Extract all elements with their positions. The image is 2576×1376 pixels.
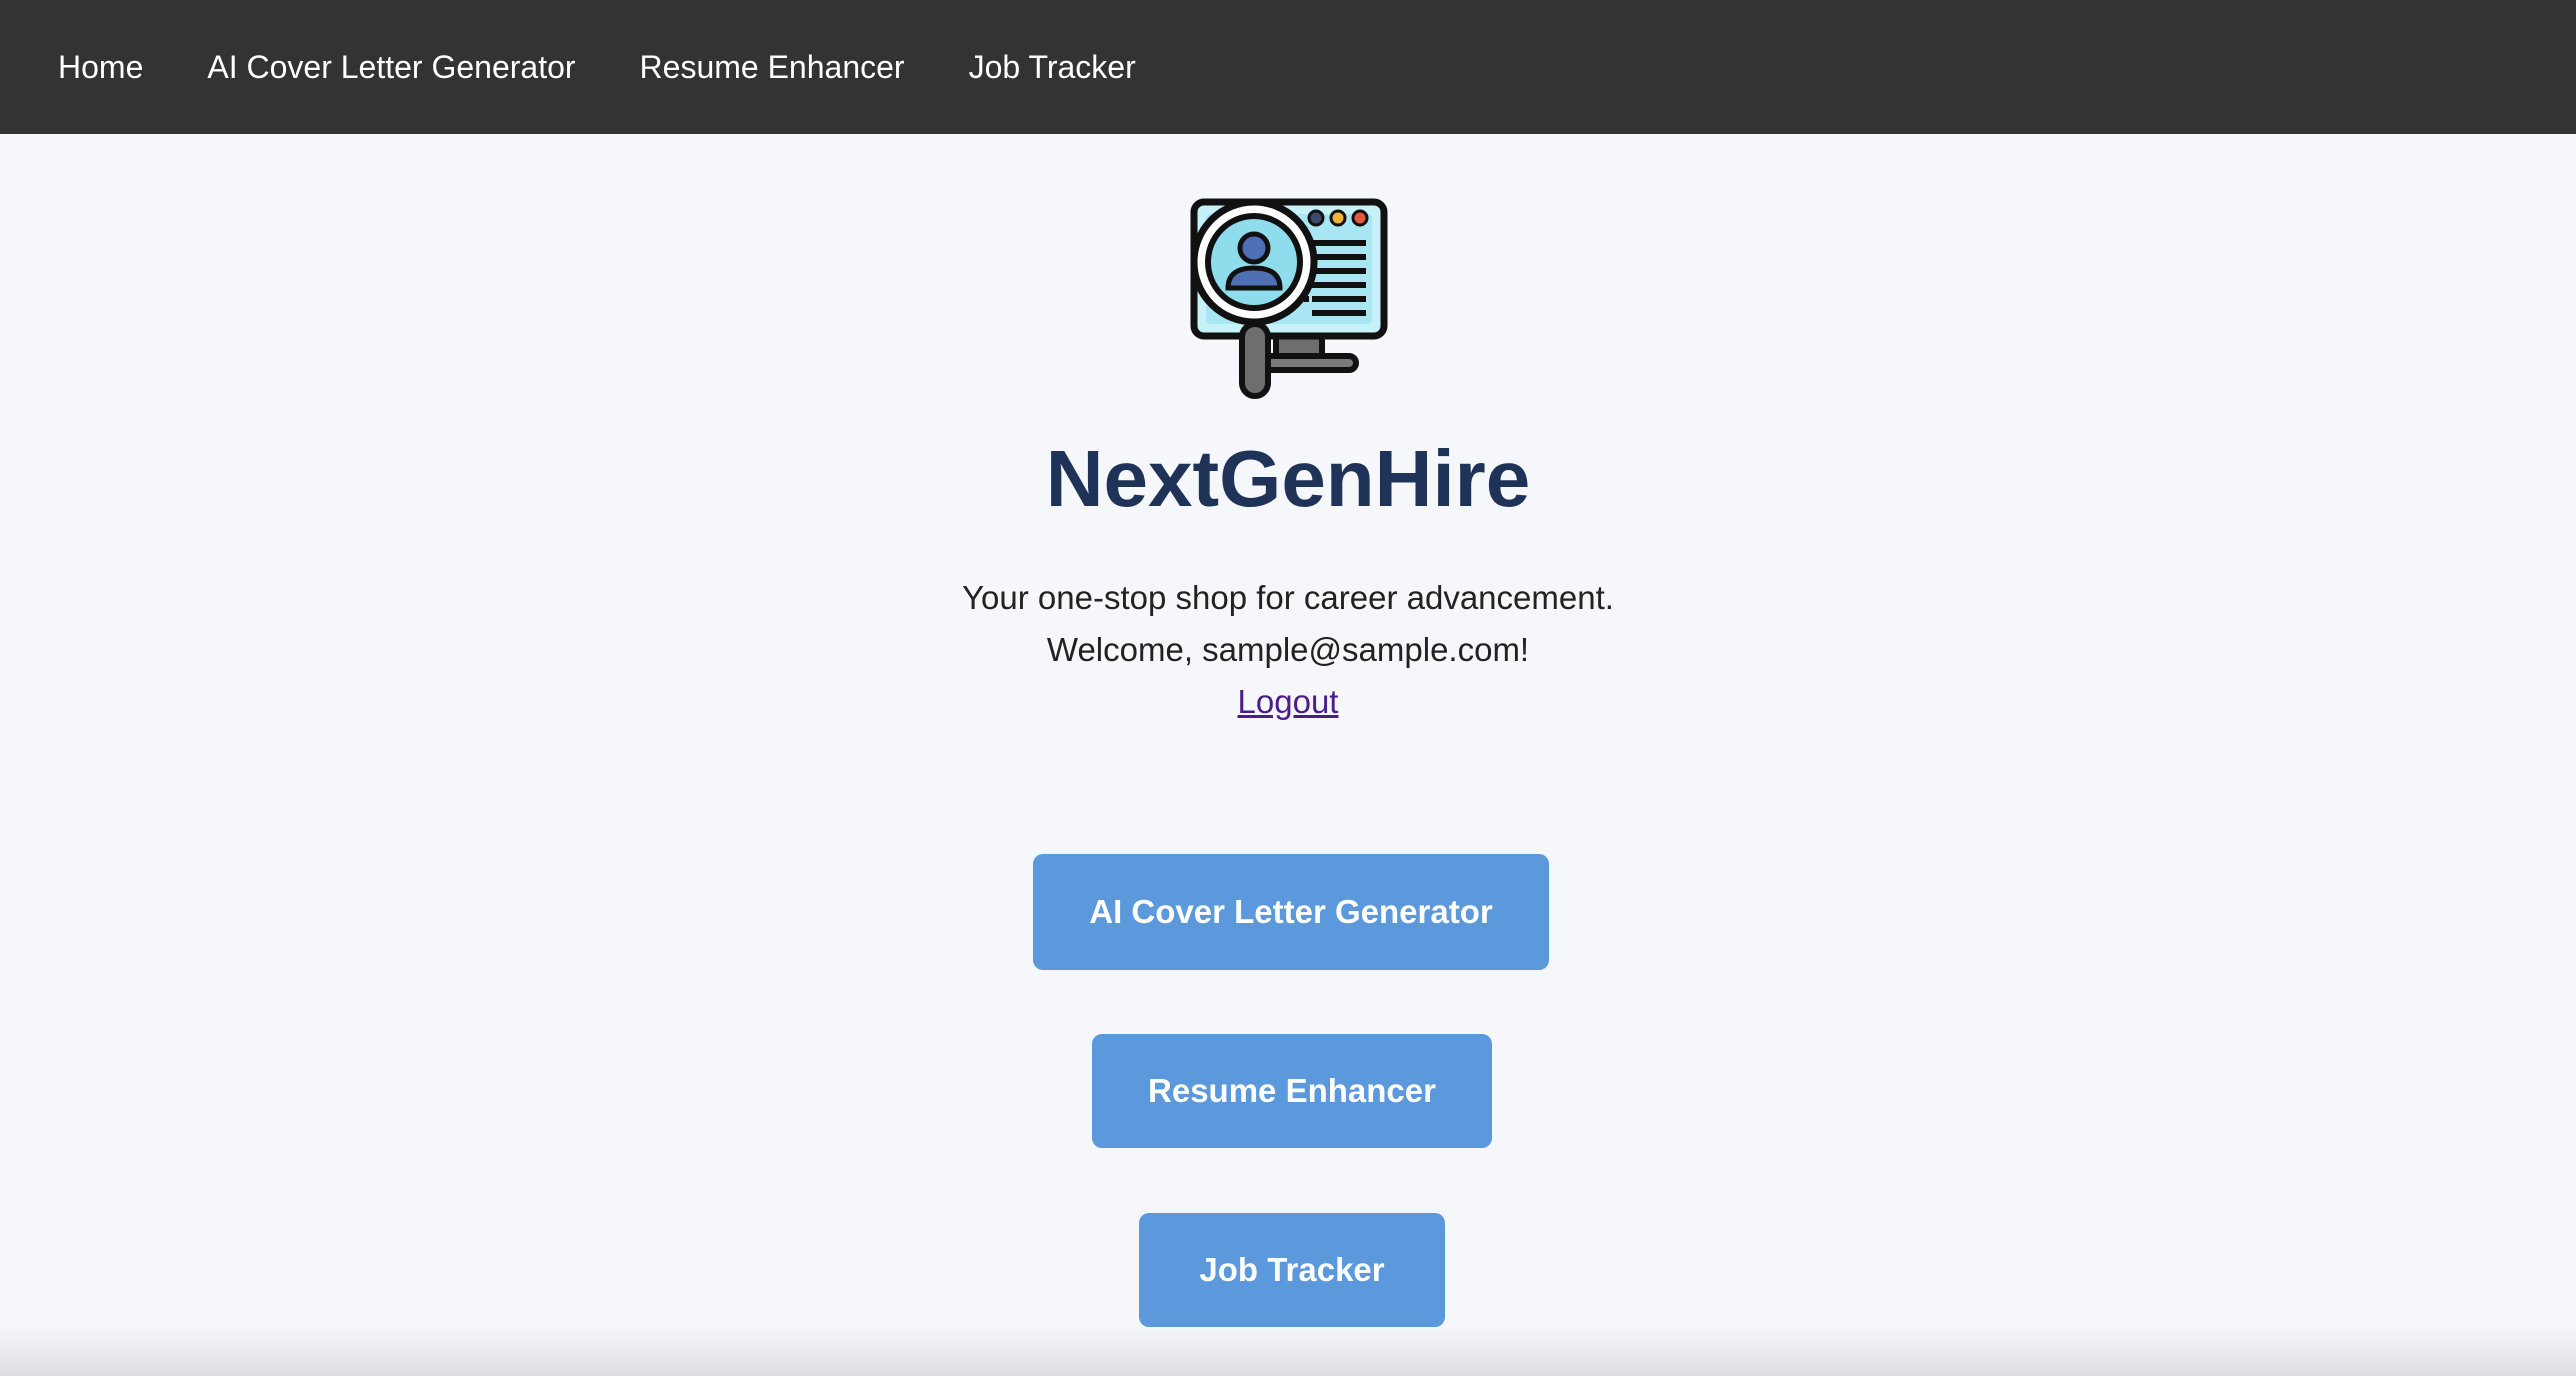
logout-container: Logout [0,680,2576,724]
job-tracker-button[interactable]: Job Tracker [1139,1213,1445,1327]
bottom-scroll-fade [0,1326,2576,1376]
nav-link-resume-enhancer[interactable]: Resume Enhancer [640,49,905,86]
nav-link-home[interactable]: Home [58,49,143,86]
page-title: NextGenHire [1045,434,1531,523]
logo-graphic [1190,198,1388,399]
nav-link-job-tracker[interactable]: Job Tracker [969,49,1136,86]
top-navigation-bar: Home AI Cover Letter Generator Resume En… [0,0,2576,134]
ai-cover-letter-generator-button[interactable]: AI Cover Letter Generator [1033,854,1549,970]
monitor-magnifier-profile-icon [1188,196,1392,400]
tagline-text: Your one-stop shop for career advancemen… [962,579,1614,616]
logout-link[interactable]: Logout [1238,683,1339,720]
resume-enhancer-button[interactable]: Resume Enhancer [1092,1034,1492,1148]
welcome-message: Welcome, sample@sample.com! [1046,631,1530,668]
nav-link-ai-cover-letter-generator[interactable]: AI Cover Letter Generator [207,49,575,86]
